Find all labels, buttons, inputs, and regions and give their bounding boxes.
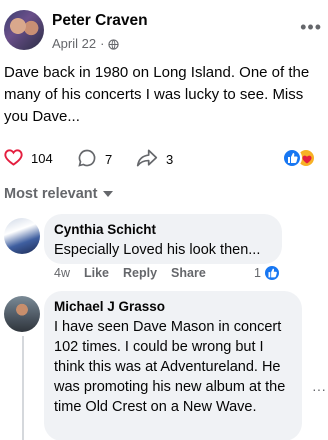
post-stats: 104 7 3 (0, 146, 328, 172)
comment-share-button[interactable]: Share (171, 266, 206, 280)
comment-more-icon[interactable]: ··· (312, 382, 326, 396)
reactions-stat[interactable]: 104 (4, 148, 53, 169)
sort-label: Most relevant (4, 186, 98, 202)
heart-outline-icon (4, 148, 23, 169)
comment-bubble-icon (77, 148, 97, 171)
post-meta: April 22 · (52, 36, 120, 51)
comment-actions: 4w Like Reply Share (54, 266, 220, 280)
post-header: Peter Craven April 22 · ••• (0, 0, 328, 58)
meta-separator: · (100, 36, 105, 51)
comments-count: 7 (105, 152, 113, 167)
share-arrow-icon (136, 148, 158, 171)
post-date[interactable]: April 22 (52, 36, 96, 51)
comment-reply-button[interactable]: Reply (123, 266, 157, 280)
author-name[interactable]: Peter Craven (52, 12, 148, 30)
commenter-name[interactable]: Cynthia Schicht (54, 222, 156, 237)
post-body: Dave back in 1980 on Long Island. One of… (4, 64, 310, 125)
comment-text: Especially Loved his look then... (54, 242, 261, 258)
more-options-icon[interactable]: ••• (300, 18, 322, 36)
comment-sort-dropdown[interactable]: Most relevant (4, 186, 114, 202)
thread-line (22, 336, 24, 440)
comment-bubble: Michael J Grasso I have seen Dave Mason … (44, 291, 302, 440)
comment-age[interactable]: 4w (54, 266, 70, 280)
comment-likes-count: 1 (254, 266, 261, 280)
comment-like-button[interactable]: Like (84, 266, 109, 280)
commenter-avatar[interactable] (4, 218, 40, 254)
comments-stat[interactable]: 7 (77, 148, 112, 171)
like-reaction-icon (262, 264, 281, 282)
comment-reaction-count[interactable]: 1 (254, 264, 281, 282)
reaction-icons[interactable] (282, 146, 324, 170)
caret-down-icon (103, 186, 114, 202)
like-reaction-icon (282, 148, 302, 168)
globe-icon (108, 38, 120, 50)
comment-bubble: Cynthia Schicht Especially Loved his loo… (44, 214, 282, 264)
shares-count: 3 (166, 152, 174, 167)
comment-text: I have seen Dave Mason in concert 102 ti… (54, 319, 286, 415)
reactions-count: 104 (31, 151, 53, 166)
shares-stat[interactable]: 3 (136, 148, 173, 171)
commenter-avatar[interactable] (4, 296, 40, 332)
author-avatar[interactable] (4, 10, 44, 50)
commenter-name[interactable]: Michael J Grasso (54, 299, 165, 314)
